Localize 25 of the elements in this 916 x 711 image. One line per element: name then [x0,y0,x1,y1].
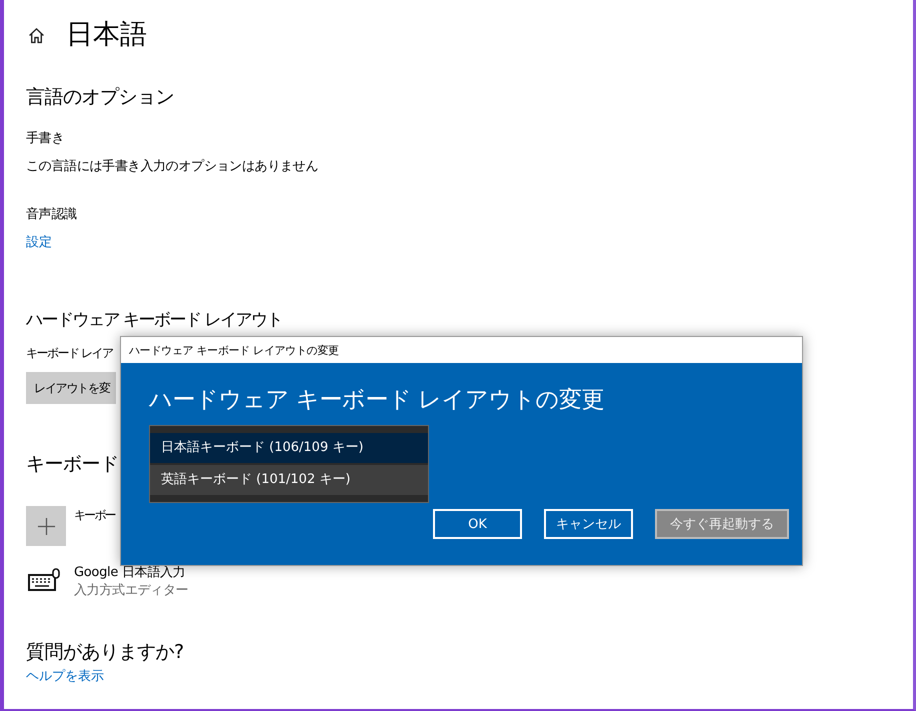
layout-option[interactable]: 日本語キーボード (106/109 キー) [150,433,428,463]
keyboard-subtitle: 入力方式エディター [74,582,188,600]
handwriting-label: 手書き [26,130,64,148]
speech-label: 音声認識 [26,206,77,224]
dialog-button[interactable]: キャンセル [544,509,633,539]
change-layout-button[interactable]: レイアウトを変 [26,372,116,404]
dialog-heading: ハードウェア キーボード レイアウトの変更 [149,386,604,415]
keyboard-layout-label: キーボード レイア [26,345,112,362]
plus-icon [36,516,56,536]
keyboard-icon [28,568,60,592]
page-title: 日本語 [66,18,147,52]
keyboard-name: Google 日本語入力 [74,564,186,582]
help-link[interactable]: ヘルプを表示 [26,668,104,686]
settings-link[interactable]: 設定 [26,234,52,252]
section-heading: 質問がありますか? [26,640,184,664]
section-heading: キーボード [26,452,118,476]
section-heading: 言語のオプション [26,85,174,109]
home-icon[interactable] [28,26,45,44]
dialog-button[interactable]: OK [433,509,522,539]
add-keyboard-label: キーボー [74,507,115,524]
layout-option[interactable]: 英語キーボード (101/102 キー) [150,465,428,495]
add-keyboard-button[interactable] [26,506,66,546]
dialog-title: ハードウェア キーボード レイアウトの変更 [129,342,339,358]
handwriting-text: この言語には手書き入力のオプションはありません [26,158,318,176]
section-heading: ハードウェア キーボード レイアウト [26,309,282,332]
